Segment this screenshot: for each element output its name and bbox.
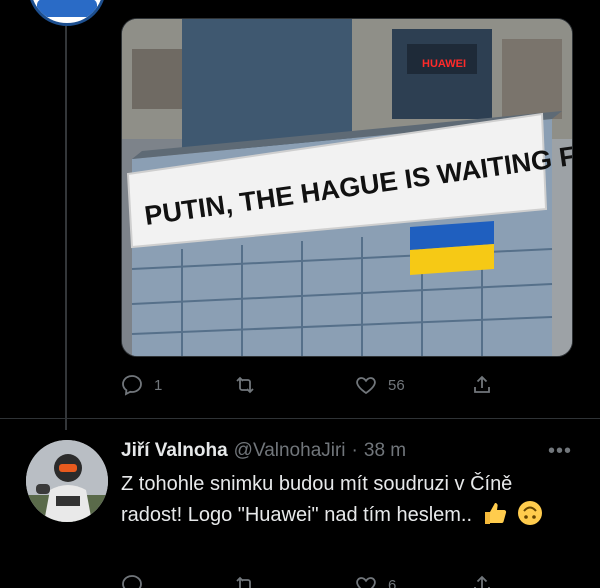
share-icon xyxy=(474,375,490,393)
original-author-avatar[interactable] xyxy=(28,0,106,26)
reply-text: Z tohohle snimku budou mít soudruzi v Čí… xyxy=(121,469,551,531)
reply-button[interactable]: 1 xyxy=(120,372,162,398)
share-icon xyxy=(474,575,490,588)
retweet-icon xyxy=(236,576,251,588)
reply-author-avatar[interactable] xyxy=(26,440,108,522)
reply-header: Jiří Valnoha @ValnohaJiri · 38 m xyxy=(121,440,406,462)
heart-icon xyxy=(356,577,376,588)
reply-author-name[interactable]: Jiří Valnoha xyxy=(121,440,228,462)
reply-like-button[interactable]: 6 xyxy=(354,572,396,588)
like-button[interactable]: 56 xyxy=(354,372,405,398)
tweet-divider xyxy=(0,418,600,419)
upside-down-face-icon xyxy=(518,501,543,525)
like-count: 56 xyxy=(388,376,405,394)
avatar-logo-icon xyxy=(37,0,97,17)
reply-share-button[interactable] xyxy=(470,572,494,588)
heart-icon xyxy=(356,377,376,395)
reply-separator: · xyxy=(351,440,358,461)
tweet-image[interactable]: HUAWEI PUTIN, THE HAGUE IS WAITING FOR Y… xyxy=(121,18,573,357)
reply-actions: 6 xyxy=(120,572,520,588)
reply-icon xyxy=(122,575,142,588)
retweet-icon xyxy=(236,376,254,394)
reply-reply-button[interactable] xyxy=(120,572,154,588)
thread-line xyxy=(65,20,67,430)
thumbs-up-icon xyxy=(484,503,506,524)
reply-author-handle[interactable]: @ValnohaJiri xyxy=(234,440,346,462)
reply-icon xyxy=(122,375,142,396)
huawei-logo: HUAWEI xyxy=(422,58,466,70)
reply-retweet-button[interactable] xyxy=(233,572,267,588)
skyscraper-banner-photo: HUAWEI PUTIN, THE HAGUE IS WAITING FOR Y… xyxy=(122,19,572,356)
retweet-button[interactable] xyxy=(233,372,267,398)
motorcyclist-avatar-icon xyxy=(26,440,108,522)
tweet-actions: 1 56 xyxy=(120,372,520,398)
reply-timestamp[interactable]: 38 m xyxy=(364,440,406,462)
reply-like-count: 6 xyxy=(388,576,397,588)
more-options-button[interactable]: ••• xyxy=(548,440,572,463)
reply-count: 1 xyxy=(154,376,163,394)
reply-text-content: Z tohohle snimku budou mít soudruzi v Čí… xyxy=(121,473,513,526)
share-button[interactable] xyxy=(470,372,494,398)
